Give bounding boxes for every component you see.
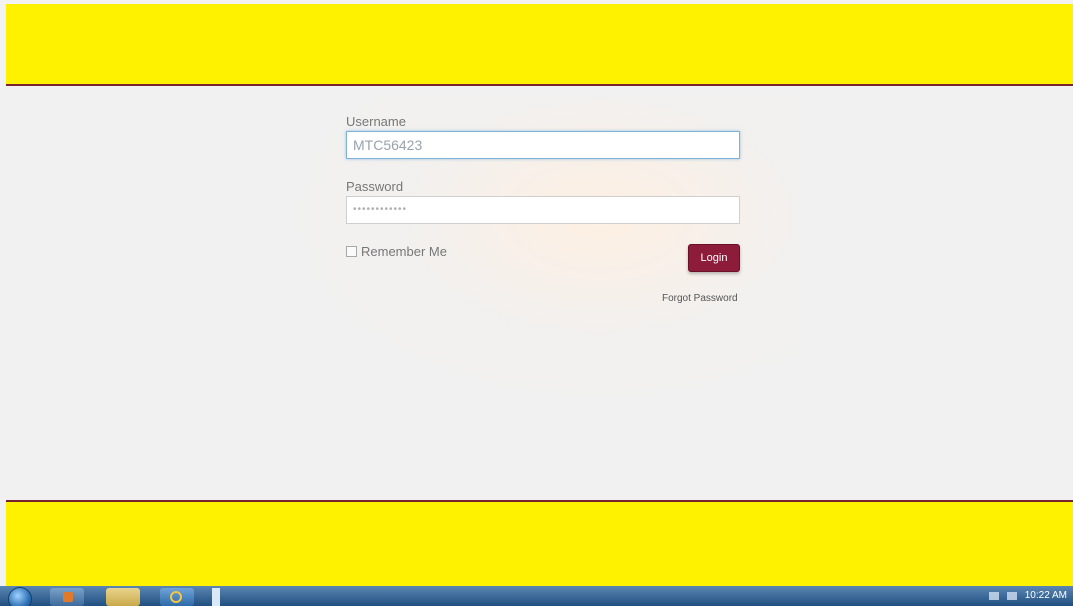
password-label: Password (346, 179, 404, 194)
forgot-password-link[interactable]: Forgot Password (662, 293, 738, 304)
internet-explorer-icon[interactable] (160, 588, 194, 606)
bottom-banner (6, 500, 1073, 588)
system-tray: 10:22 AM (988, 586, 1073, 606)
remember-me[interactable]: Remember Me (346, 244, 447, 259)
username-label: Username (346, 114, 406, 129)
password-input[interactable]: •••••••••••• (346, 196, 740, 224)
folder-icon[interactable] (106, 588, 140, 606)
top-banner (6, 4, 1073, 86)
login-button[interactable]: Login (688, 244, 740, 272)
volume-icon[interactable] (1006, 592, 1017, 600)
page: Username MTC56423 Password •••••••••••• … (0, 0, 1073, 606)
media-player-icon[interactable] (50, 588, 84, 606)
network-icon[interactable] (988, 592, 999, 600)
username-input[interactable]: MTC56423 (346, 131, 740, 159)
remember-me-label: Remember Me (361, 244, 447, 259)
remember-me-checkbox[interactable] (346, 246, 357, 257)
clock[interactable]: 10:22 AM (1025, 591, 1067, 601)
taskbar: 10:22 AM (0, 586, 1073, 606)
active-window-indicator[interactable] (212, 588, 220, 606)
login-area: Username MTC56423 Password •••••••••••• … (0, 86, 1073, 500)
start-orb-icon[interactable] (8, 587, 32, 606)
